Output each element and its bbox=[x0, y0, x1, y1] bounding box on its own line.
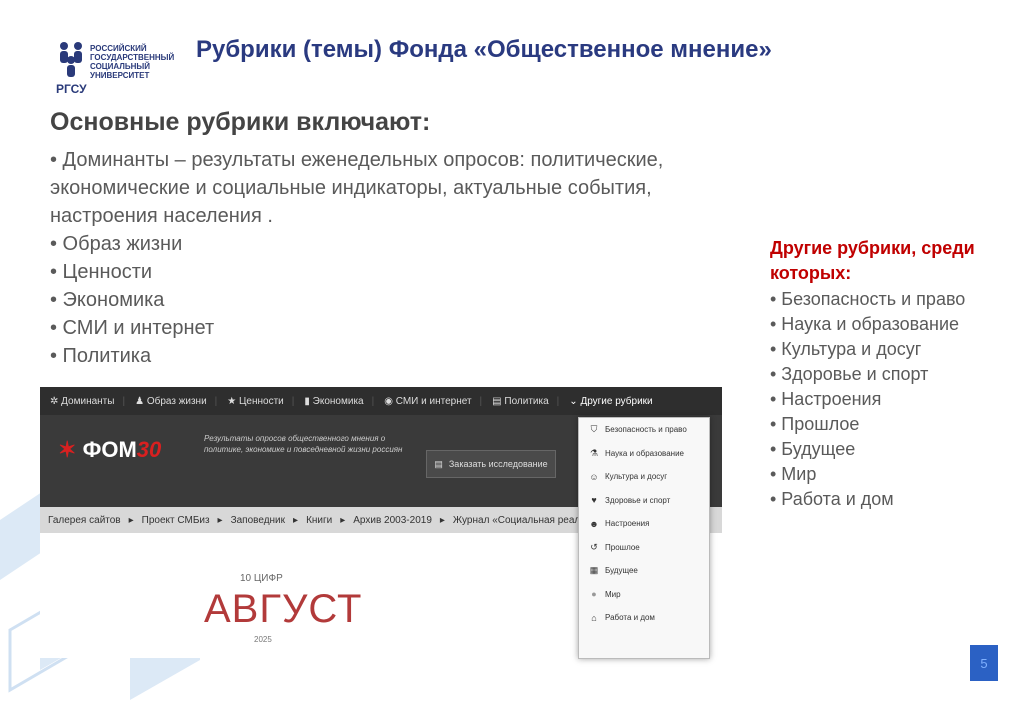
list-item: • Ценности bbox=[50, 261, 153, 283]
logo-line: СОЦИАЛЬНЫЙ bbox=[90, 62, 150, 71]
list-item: • Образ жизни bbox=[50, 233, 183, 255]
nav-label: Другие рубрики bbox=[580, 395, 653, 407]
breadcrumb-item[interactable]: Архив 2003-2019 bbox=[353, 515, 432, 526]
page-number-badge: 5 bbox=[970, 645, 998, 681]
brand-name: ФОМ bbox=[82, 437, 137, 462]
logo-line: РОССИЙСКИЙ bbox=[90, 44, 147, 53]
nav-item-economy[interactable]: ▮ Экономика bbox=[304, 396, 363, 407]
star-icon: ✶ bbox=[58, 437, 77, 462]
list-item: • Доминанты – результаты еженедельных оп… bbox=[50, 149, 664, 227]
logo-abbreviation: РГСУ bbox=[56, 82, 87, 96]
order-button-label: Заказать исследование bbox=[448, 459, 548, 469]
other-rubrics-list: • Безопасность и право • Наука и образов… bbox=[770, 287, 1000, 512]
nav-item-other[interactable]: ⌄ Другие рубрики bbox=[569, 396, 652, 407]
dropdown-label: Безопасность и право bbox=[605, 425, 687, 435]
flask-icon: ⚗ bbox=[589, 447, 599, 458]
nav-label: Образ жизни bbox=[146, 395, 207, 407]
main-heading: Основные рубрики включают: bbox=[50, 108, 431, 136]
list-item: • Здоровье и спорт bbox=[770, 364, 929, 384]
main-rubrics-list: • Доминанты – результаты еженедельных оп… bbox=[50, 146, 690, 370]
people-logo-icon bbox=[60, 42, 82, 77]
breadcrumb-item[interactable]: Журнал «Социальная реаль bbox=[453, 515, 586, 526]
site-description: Результаты опросов общественного мнения … bbox=[204, 434, 403, 454]
dropdown-label: Работа и дом bbox=[605, 613, 655, 623]
list-item: • Мир bbox=[770, 464, 817, 484]
dropdown-item[interactable]: ▦ Будущее bbox=[579, 559, 709, 583]
nav-item-lifestyle[interactable]: ♟ Образ жизни bbox=[135, 396, 207, 407]
nav-label: Ценности bbox=[239, 395, 284, 407]
promo-title[interactable]: АВГУСТ bbox=[204, 587, 362, 632]
list-item: • Будущее bbox=[770, 439, 856, 459]
logo-line: УНИВЕРСИТЕТ bbox=[90, 71, 150, 80]
university-logo: РОССИЙСКИЙ ГОСУДАРСТВЕННЫЙ СОЦИАЛЬНЫЙ УН… bbox=[56, 40, 186, 98]
dropdown-label: Мир bbox=[605, 589, 621, 599]
heart-icon: ♥ bbox=[591, 495, 597, 506]
dropdown-label: Настроения bbox=[605, 519, 650, 529]
list-item: • Наука и образование bbox=[770, 314, 960, 334]
nav-label: СМИ и интернет bbox=[395, 395, 472, 407]
dropdown-item[interactable]: ● Мир bbox=[579, 583, 709, 607]
nav-label: Политика bbox=[504, 395, 549, 407]
nav-label: Доминанты bbox=[61, 395, 115, 407]
order-research-button[interactable]: ▤ Заказать исследование bbox=[426, 450, 556, 478]
nav-item-politics[interactable]: ▤ Политика bbox=[492, 396, 549, 407]
dropdown-item[interactable]: ☻ Настроения bbox=[579, 512, 709, 536]
dropdown-item[interactable]: ↺ Прошлое bbox=[579, 536, 709, 560]
shield-icon: ⛉ bbox=[590, 424, 598, 435]
dropdown-label: Прошлое bbox=[605, 542, 640, 552]
smile-icon: ☻ bbox=[589, 518, 599, 529]
dropdown-label: Наука и образование bbox=[605, 448, 684, 458]
breadcrumb-item[interactable]: Проект СМБиз bbox=[142, 515, 210, 526]
list-item: • Культура и досуг bbox=[770, 339, 922, 359]
list-item: • Настроения bbox=[770, 389, 882, 409]
site-logo[interactable]: ✶ ФОМ30 bbox=[58, 437, 161, 463]
home-icon: ⌂ bbox=[591, 612, 597, 623]
document-icon: ▤ bbox=[434, 458, 443, 469]
promo-caption: 10 ЦИФР bbox=[240, 573, 283, 584]
dropdown-label: Культура и досуг bbox=[605, 472, 668, 482]
dropdown-label: Будущее bbox=[605, 566, 638, 576]
dropdown-item[interactable]: ☺ Культура и досуг bbox=[579, 465, 709, 489]
breadcrumb-item[interactable]: Заповедник bbox=[231, 515, 285, 526]
dropdown-item[interactable]: ⛉ Безопасность и право bbox=[579, 418, 709, 442]
list-item: • Прошлое bbox=[770, 414, 860, 434]
brand-suffix: 30 bbox=[136, 437, 162, 462]
slide-title: Рубрики (темы) Фонда «Общественное мнени… bbox=[196, 36, 772, 63]
nav-label: Экономика bbox=[312, 395, 364, 407]
list-item: • Безопасность и право bbox=[770, 289, 966, 309]
dropdown-item[interactable]: ♥ Здоровье и спорт bbox=[579, 489, 709, 513]
calendar-icon: ▦ bbox=[589, 565, 599, 576]
site-nav: ✲ Доминанты | ♟ Образ жизни | ★ Ценности | … bbox=[40, 387, 722, 415]
list-item: • Политика bbox=[50, 345, 152, 367]
breadcrumb-item[interactable]: Галерея сайтов bbox=[48, 515, 121, 526]
masks-icon: ☺ bbox=[589, 471, 599, 482]
promo-year: 2025 bbox=[254, 635, 272, 644]
logo-line: ГОСУДАРСТВЕННЫЙ bbox=[90, 53, 175, 62]
university-name: РОССИЙСКИЙ ГОСУДАРСТВЕННЫЙ СОЦИАЛЬНЫЙ УН… bbox=[90, 44, 180, 80]
nav-item-media[interactable]: ◉ СМИ и интернет bbox=[384, 396, 471, 407]
globe-icon: ● bbox=[591, 589, 597, 600]
breadcrumb-item[interactable]: Книги bbox=[306, 515, 332, 526]
list-item: • Экономика bbox=[50, 289, 165, 311]
nav-item-values[interactable]: ★ Ценности bbox=[227, 396, 283, 407]
history-icon: ↺ bbox=[590, 541, 598, 552]
other-rubrics-heading: Другие рубрики, среди которых: bbox=[770, 238, 975, 283]
list-item: • Работа и дом bbox=[770, 489, 894, 509]
dropdown-label: Здоровье и спорт bbox=[605, 495, 671, 505]
dropdown-item[interactable]: ⌂ Работа и дом bbox=[579, 606, 709, 630]
dropdown-item[interactable]: ⚗ Наука и образование bbox=[579, 442, 709, 466]
nav-item-dominants[interactable]: ✲ Доминанты bbox=[50, 396, 114, 407]
other-rubrics-dropdown: ⛉ Безопасность и право ⚗ Наука и образован… bbox=[578, 417, 710, 659]
list-item: • СМИ и интернет bbox=[50, 317, 215, 339]
